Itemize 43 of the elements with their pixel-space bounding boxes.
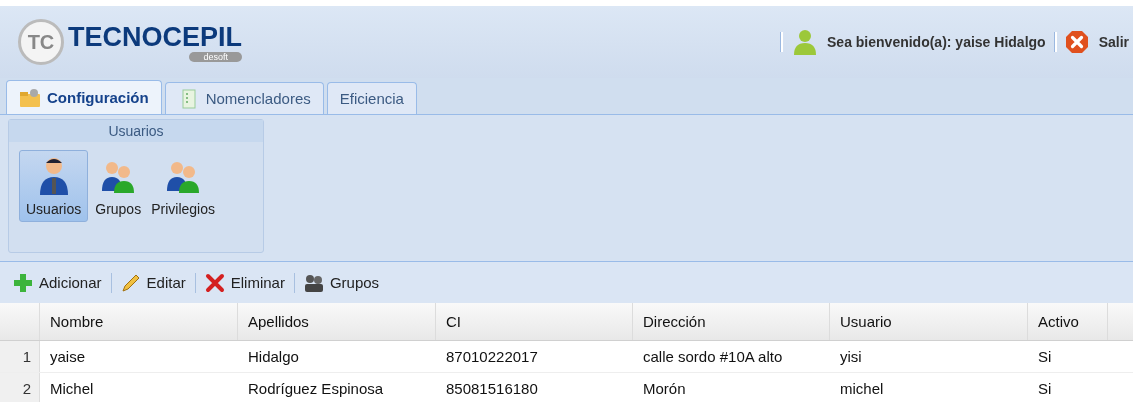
logo-subtitle: desoft — [189, 52, 242, 62]
table-cell-text: michel — [839, 379, 885, 399]
people-icon — [303, 272, 324, 293]
table-cell-text: Rodríguez Espinosa — [247, 379, 385, 399]
group-title: Usuarios — [9, 120, 263, 142]
tab[interactable]: Configuración — [6, 80, 162, 114]
row-number: 2 — [0, 373, 40, 402]
close-icon — [1064, 30, 1089, 54]
table-cell-text: 87010222017 — [445, 347, 539, 367]
table-cell-text: Si — [1037, 379, 1053, 399]
column-header[interactable]: Activo — [1028, 303, 1108, 340]
ribbon-button[interactable]: Grupos — [92, 150, 145, 222]
logo-text: TECNOCEPIL — [68, 22, 242, 52]
ribbon-button[interactable]: Privilegios — [148, 150, 218, 222]
column-header[interactable]: Nombre — [40, 303, 238, 340]
pencil-icon — [120, 272, 141, 293]
table-cell-text: Si — [1037, 347, 1053, 367]
column-header[interactable]: Apellidos — [238, 303, 436, 340]
ribbon-button[interactable]: Usuarios — [19, 150, 89, 222]
table-cell-text: Morón — [642, 379, 687, 399]
column-header[interactable]: Dirección — [633, 303, 830, 340]
plus-icon — [13, 272, 33, 293]
table-cell-text: Hidalgo — [247, 347, 300, 367]
table-cell-text: yisi — [839, 347, 863, 367]
table-cell-text: 85081516180 — [445, 379, 539, 399]
folder-icon — [19, 87, 41, 108]
table-cell-text: yaise — [49, 347, 87, 367]
tab[interactable]: Nomencladores — [164, 82, 324, 114]
toolbar-button[interactable]: Editar — [117, 272, 189, 293]
logout-button[interactable]: Salir — [1064, 30, 1129, 54]
cross-icon — [204, 272, 225, 293]
tab[interactable]: Eficiencia — [326, 82, 417, 114]
table-cell-text: Michel — [49, 379, 95, 399]
column-header[interactable]: CI — [436, 303, 633, 340]
toolbar-button[interactable]: Grupos — [300, 272, 383, 293]
welcome-text: Sea bienvenido(a): yaise Hidalgo — [827, 34, 1046, 50]
column-header[interactable]: Usuario — [830, 303, 1028, 340]
table-cell-text: calle sordo #10A alto — [642, 347, 784, 367]
user-icon — [791, 28, 819, 56]
toolbar-button[interactable]: Eliminar — [201, 272, 288, 293]
row-number: 1 — [0, 341, 40, 372]
toolbar-button[interactable]: Adicionar — [10, 272, 105, 293]
logo-mark: TC — [18, 19, 64, 65]
